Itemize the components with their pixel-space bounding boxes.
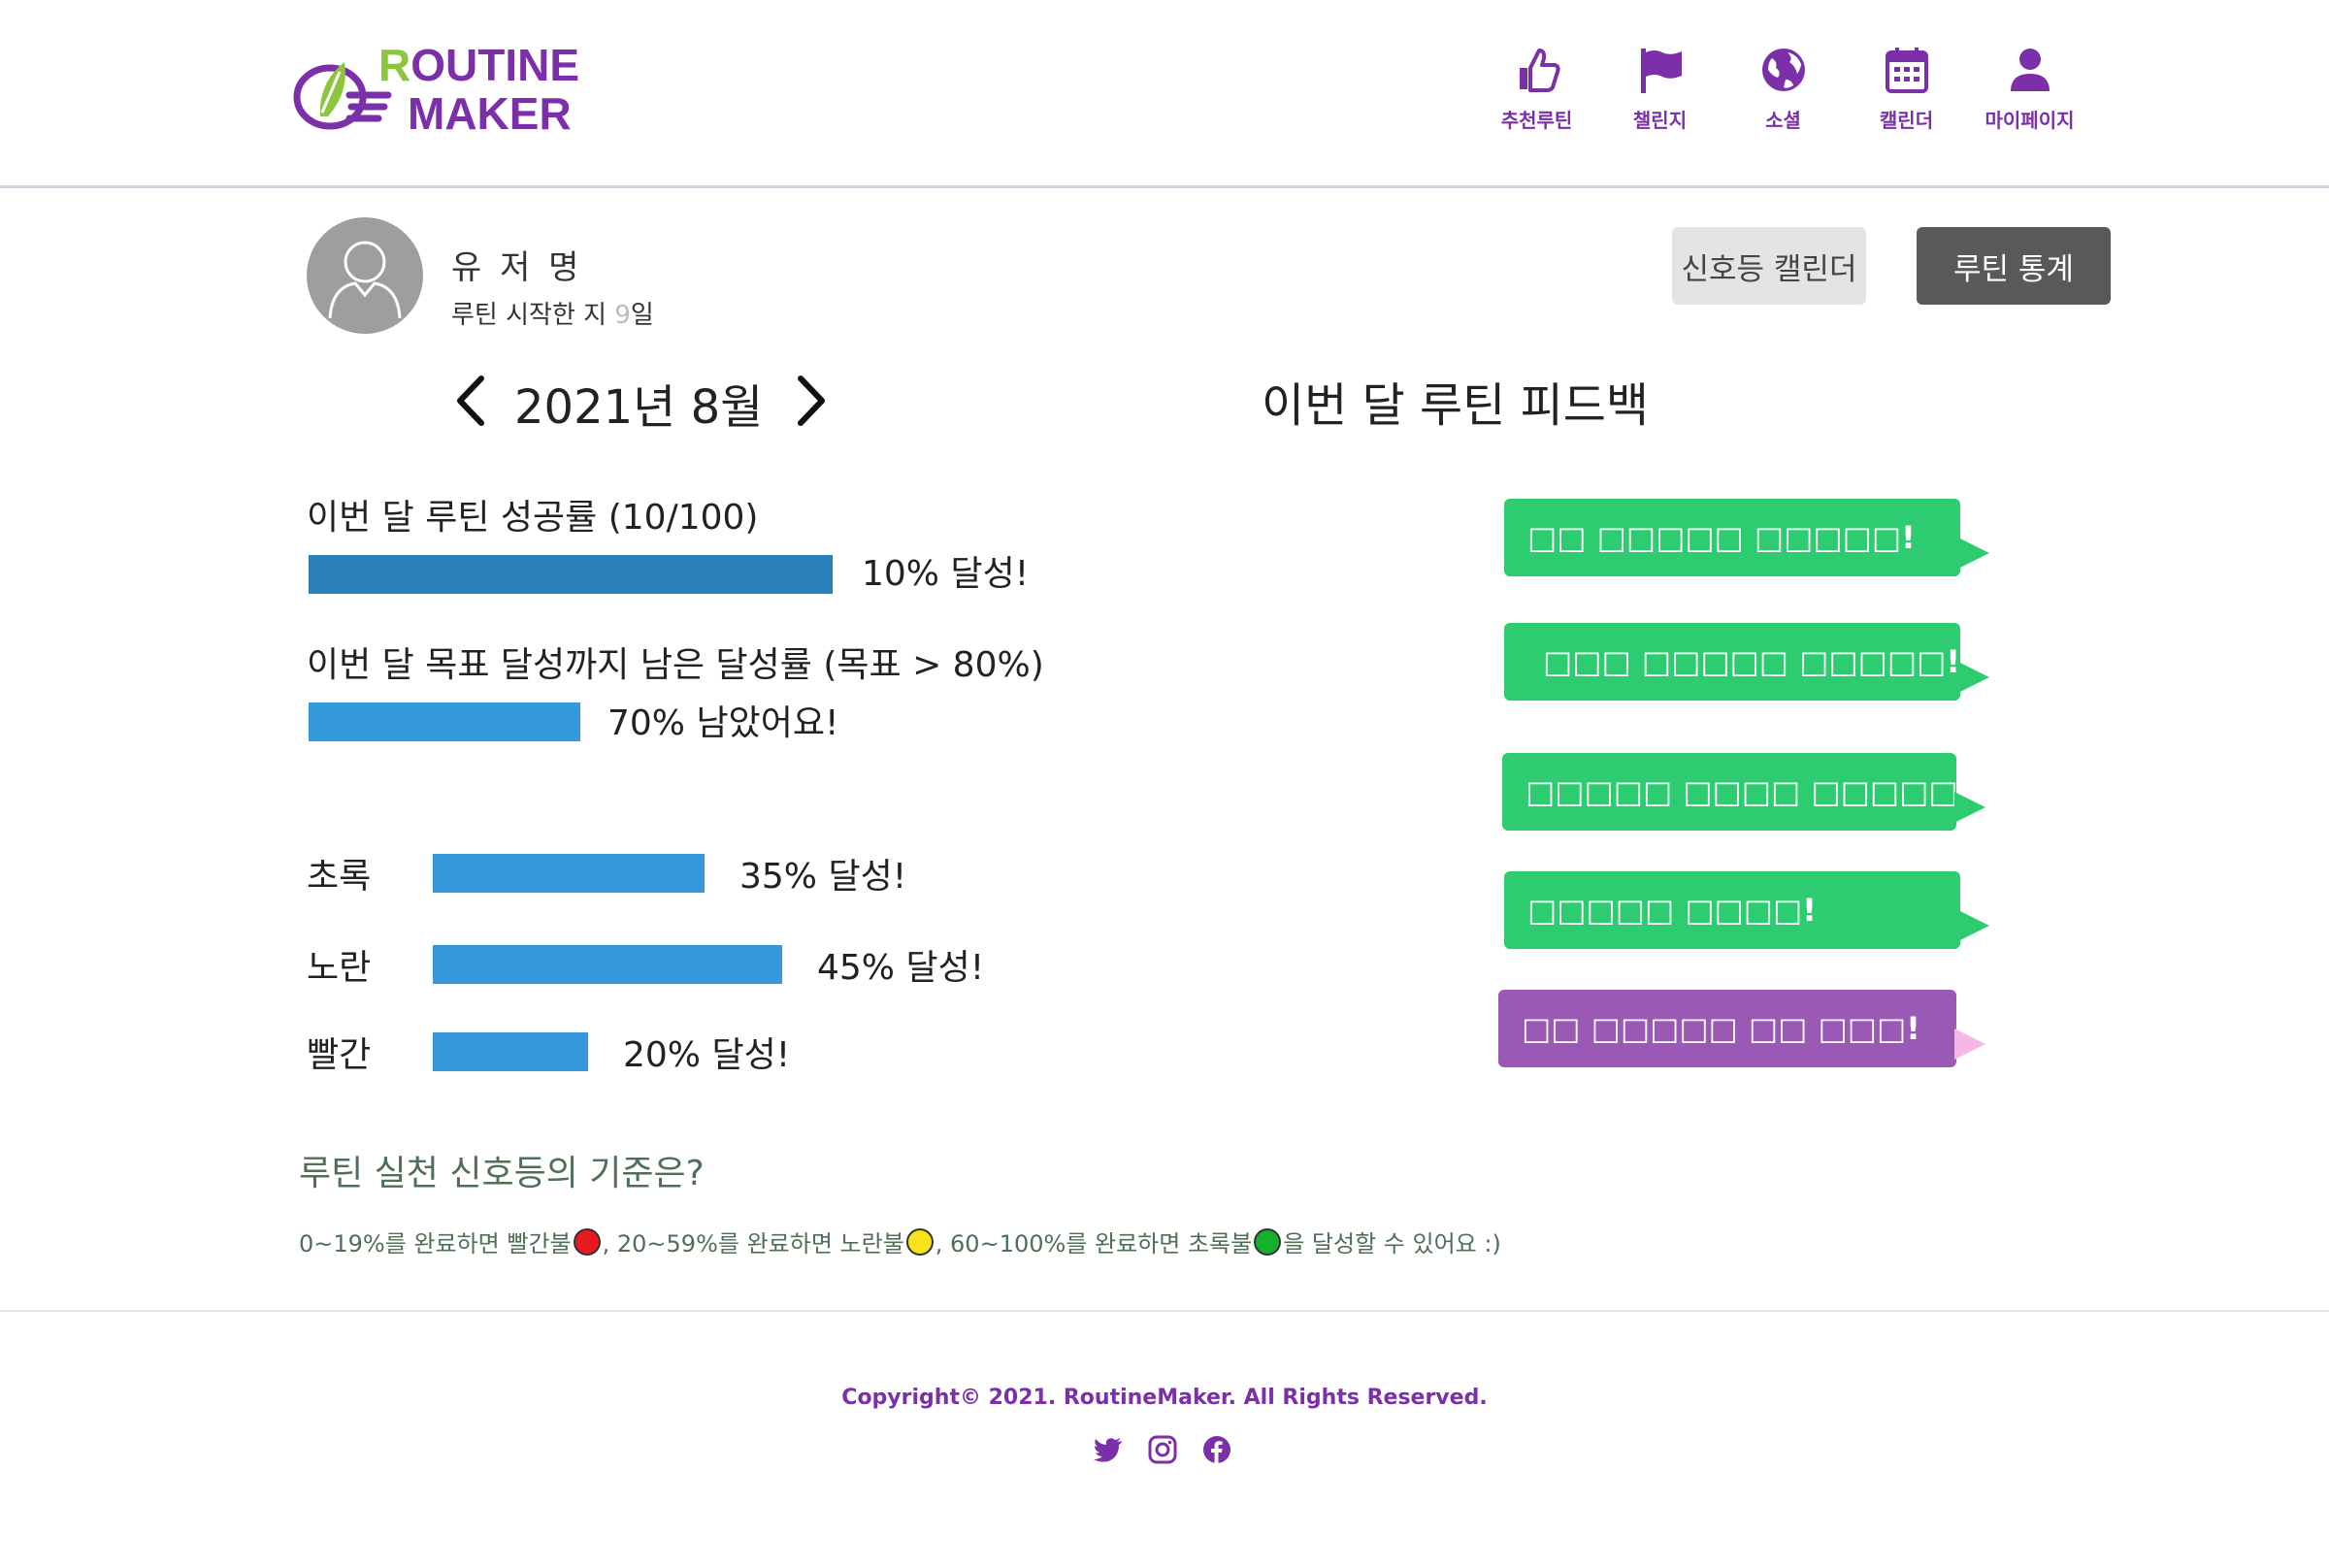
feedback-bubble-tail <box>1958 910 1989 941</box>
footer-divider <box>0 1310 2329 1312</box>
calendar-icon <box>1885 48 1928 93</box>
nav-recommend-label: 추천루틴 <box>1500 109 1573 132</box>
routine-stats-button[interactable]: 루틴 통계 <box>1917 227 2111 305</box>
feedback-bubble-tail <box>1954 792 1985 823</box>
feedback-bubble-tail <box>1958 538 1989 569</box>
remaining-rate-bar <box>309 702 580 741</box>
yellow-bar <box>433 945 782 984</box>
green-light-icon <box>1254 1227 1282 1256</box>
routine-days: 루틴 시작한 지 9일 <box>451 301 654 330</box>
month-title: 2021년 8월 <box>514 380 764 435</box>
nav-mypage-label: 마이페이지 <box>1985 109 2075 132</box>
logo-text-line2: MAKER <box>408 88 572 139</box>
nav-calendar[interactable]: 캘린더 <box>1845 45 1968 133</box>
user-icon <box>2010 49 2050 91</box>
user-silhouette-icon <box>328 241 402 319</box>
nav-social-label: 소셜 <box>1765 109 1801 132</box>
feedback-bubble: □□□□□ □□□□! <box>1504 871 1960 949</box>
criteria-title: 루틴 실천 신호등의 기준은? <box>299 1154 705 1193</box>
instagram-icon[interactable] <box>1147 1434 1178 1465</box>
green-bar <box>433 854 705 893</box>
social-links <box>1093 1434 1232 1465</box>
nav-challenge-label: 챌린지 <box>1632 109 1688 132</box>
feedback-bubble: □□□□□ □□□□ □□□□□! <box>1502 753 1972 831</box>
yellow-text: 45% 달성! <box>817 948 985 988</box>
criteria-text: 0~19%를 완료하면 빨간불 , 20~59%를 완료하면 노란불 , 60~… <box>299 1225 1501 1258</box>
feedback-bubble-highlight: □□ □□□□□ □□ □□□! <box>1498 990 1956 1067</box>
green-text: 35% 달성! <box>739 857 907 897</box>
success-rate-bar <box>309 555 833 594</box>
signal-calendar-button[interactable]: 신호등 캘린더 <box>1672 227 1866 305</box>
remaining-rate-label: 이번 달 목표 달성까지 남은 달성률 (목표 > 80%) <box>307 645 1044 685</box>
red-light-icon <box>573 1227 601 1256</box>
remaining-rate-text: 70% 남았어요! <box>607 703 839 743</box>
feedback-bubble: □□ □□□□□ □□□□□! <box>1504 499 1960 576</box>
logo[interactable]: ROUTINE MAKER <box>291 43 579 140</box>
feedback-bubble: □□□ □□□□□ □□□□□! <box>1504 623 1960 701</box>
success-rate-label: 이번 달 루틴 성공률 (10/100) <box>307 498 759 538</box>
feedback-title: 이번 달 루틴 피드백 <box>1262 378 1650 433</box>
red-bar <box>433 1032 588 1071</box>
facebook-icon[interactable] <box>1201 1434 1232 1465</box>
feedback-bubble-tail <box>1958 662 1989 693</box>
globe-icon <box>1761 49 1805 91</box>
red-label: 빨간 <box>307 1035 372 1075</box>
user-name: 유 저 명 <box>451 248 583 287</box>
flag-icon <box>1640 49 1682 93</box>
thumbs-up-icon <box>1519 49 1560 92</box>
main-nav: 추천루틴 챌린지 소셜 캘린더 마이페이지 <box>1475 45 2091 133</box>
chevron-left-icon[interactable] <box>448 373 491 429</box>
nav-challenge[interactable]: 챌린지 <box>1598 45 1722 133</box>
header: ROUTINE MAKER 추천루틴 챌린지 소셜 캘린더 마이페이지 <box>0 0 2329 188</box>
logo-text-line1: ROUTINE <box>378 40 580 90</box>
twitter-icon[interactable] <box>1093 1434 1124 1465</box>
nav-calendar-label: 캘린더 <box>1879 109 1934 132</box>
feedback-bubble-tail <box>1954 1029 1985 1060</box>
avatar <box>307 217 423 334</box>
red-text: 20% 달성! <box>623 1035 791 1075</box>
nav-mypage[interactable]: 마이페이지 <box>1968 45 2091 133</box>
copyright: Copyright© 2021. RoutineMaker. All Right… <box>841 1386 1488 1410</box>
yellow-light-icon <box>905 1227 934 1256</box>
yellow-label: 노란 <box>307 948 372 988</box>
routine-days-number: 9 <box>614 301 631 330</box>
success-rate-text: 10% 달성! <box>862 554 1030 594</box>
chevron-right-icon[interactable] <box>791 373 834 429</box>
green-label: 초록 <box>307 857 372 897</box>
nav-recommend[interactable]: 추천루틴 <box>1475 45 1598 133</box>
nav-social[interactable]: 소셜 <box>1722 45 1845 133</box>
